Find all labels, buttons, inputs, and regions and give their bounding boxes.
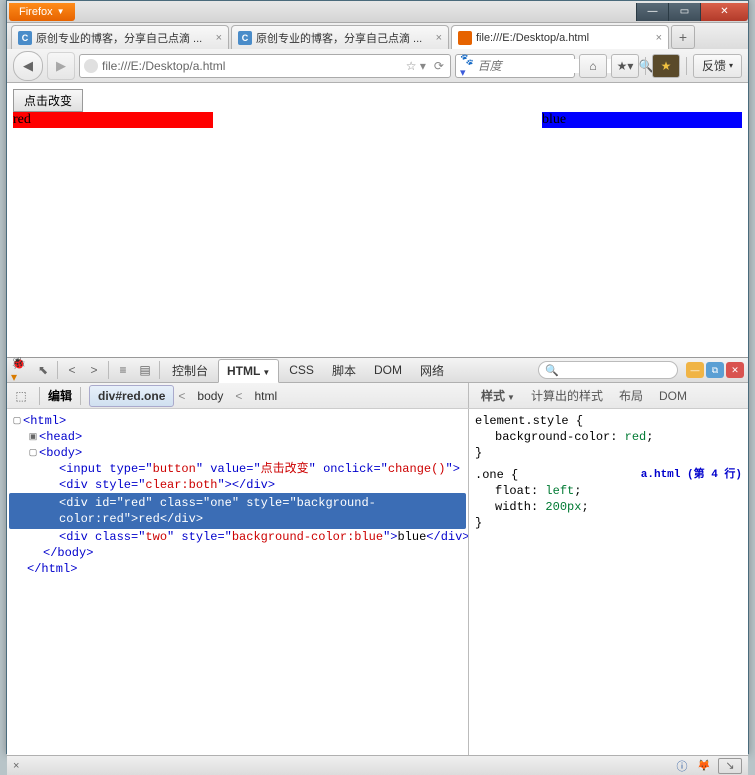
firefox-menu-button[interactable]: Firefox ▼: [9, 3, 75, 21]
prev-icon[interactable]: <: [62, 360, 82, 380]
close-icon[interactable]: ×: [436, 32, 442, 44]
edit-button[interactable]: 编辑: [48, 387, 72, 404]
tab-1[interactable]: C 原创专业的博客，分享自己点滴 ... ×: [11, 25, 229, 49]
chevron-down-icon: ▼: [57, 7, 65, 16]
tab-dom[interactable]: DOM: [366, 359, 410, 381]
new-tab-button[interactable]: +: [671, 25, 695, 49]
red-box: red: [13, 112, 213, 128]
list-alt-icon[interactable]: ▤: [135, 360, 155, 380]
favicon-icon: [458, 31, 472, 45]
firebug-popout[interactable]: ⧉: [706, 362, 724, 378]
tab-console[interactable]: 控制台: [164, 358, 216, 383]
firebug-minimize[interactable]: —: [686, 362, 704, 378]
feedback-button[interactable]: 反馈▾: [693, 54, 742, 78]
feedback-label: 反馈: [702, 57, 726, 74]
style-tab[interactable]: 样式▼: [475, 384, 521, 407]
html-tree[interactable]: ▢<html> ▣<head> ▢<body> <input type="but…: [7, 409, 468, 755]
inspect-element-icon[interactable]: ⬚: [11, 386, 31, 406]
titlebar: Firefox ▼ — ▭ ✕: [7, 1, 748, 23]
window-controls: — ▭ ✕: [636, 3, 748, 21]
back-button[interactable]: ◀: [13, 51, 43, 81]
nav-toolbar: ◀ ▶ file:///E:/Desktop/a.html ☆ ▾ ⟳ 🐾▾ 🔍…: [7, 49, 748, 83]
firebug-close[interactable]: ✕: [726, 362, 744, 378]
tab-label: file:///E:/Desktop/a.html: [476, 32, 652, 44]
breadcrumb-body[interactable]: body: [189, 386, 231, 406]
tab-html[interactable]: HTML▼: [218, 359, 279, 383]
favicon-icon: C: [238, 31, 252, 45]
firebug-subbar: ⬚ 编辑 div#red.one < body < html 样式▼ 计算出的样…: [7, 383, 748, 409]
list-icon[interactable]: ≡: [113, 360, 133, 380]
breadcrumb-html[interactable]: html: [246, 386, 285, 406]
close-button[interactable]: ✕: [700, 3, 748, 21]
forward-button[interactable]: ▶: [47, 52, 75, 80]
search-bar[interactable]: 🐾▾ 🔍: [455, 54, 575, 78]
source-link[interactable]: a.html (第 4 行): [641, 467, 742, 483]
tab-script[interactable]: 脚本: [324, 358, 364, 383]
tabs-row: C 原创专业的博客，分享自己点滴 ... × C 原创专业的博客，分享自己点滴 …: [7, 23, 748, 49]
tab-2[interactable]: C 原创专业的博客，分享自己点滴 ... ×: [231, 25, 449, 49]
tab-3-active[interactable]: file:///E:/Desktop/a.html ×: [451, 25, 669, 49]
computed-tab[interactable]: 计算出的样式: [525, 384, 609, 407]
firefox-label: Firefox: [19, 6, 53, 18]
dom-tab[interactable]: DOM: [653, 386, 693, 406]
reload-icon[interactable]: ⟳: [432, 59, 446, 73]
url-bar[interactable]: file:///E:/Desktop/a.html ☆ ▾ ⟳: [79, 54, 451, 78]
layout-tab[interactable]: 布局: [613, 384, 649, 407]
addon-button[interactable]: ★: [652, 54, 680, 78]
url-text: file:///E:/Desktop/a.html: [102, 59, 400, 73]
globe-icon: [84, 59, 98, 73]
browser-window: Firefox ▼ — ▭ ✕ C 原创专业的博客，分享自己点滴 ... × C…: [6, 0, 749, 754]
home-button[interactable]: ⌂: [579, 54, 607, 78]
page-content: 点击改变 red blue: [7, 83, 748, 357]
firebug-search[interactable]: 🔍: [538, 361, 678, 379]
tab-label: 原创专业的博客，分享自己点滴 ...: [36, 30, 212, 46]
breadcrumb: div#red.one < body < html: [89, 385, 464, 407]
status-x[interactable]: ×: [13, 760, 19, 772]
firebug-icon[interactable]: 🐞▾: [11, 360, 31, 380]
tab-css[interactable]: CSS: [281, 359, 322, 381]
tab-net[interactable]: 网络: [412, 358, 452, 383]
close-icon[interactable]: ×: [216, 32, 222, 44]
next-icon[interactable]: >: [84, 360, 104, 380]
close-icon[interactable]: ×: [656, 32, 662, 44]
change-button[interactable]: 点击改变: [13, 89, 83, 112]
selected-node[interactable]: <div id="red" class="one" style="backgro…: [9, 493, 466, 529]
firebug-panel: 🐞▾ ⬉ < > ≡ ▤ 控制台 HTML▼ CSS 脚本 DOM 网络 🔍 —…: [7, 357, 748, 755]
bookmarks-button[interactable]: ★▾: [611, 54, 639, 78]
maximize-button[interactable]: ▭: [668, 3, 700, 21]
breadcrumb-selected[interactable]: div#red.one: [89, 385, 174, 407]
status-bar: × ⓘ 🦊 ↘: [7, 755, 748, 775]
firebug-body: ▢<html> ▣<head> ▢<body> <input type="but…: [7, 409, 748, 755]
baidu-icon: 🐾▾: [460, 53, 474, 79]
tab-label: 原创专业的博客，分享自己点滴 ...: [256, 30, 432, 46]
bookmark-star-icon[interactable]: ☆ ▾: [404, 59, 428, 73]
styles-panel[interactable]: element.style { background-color: red; }…: [468, 409, 748, 755]
inspect-icon[interactable]: ⬉: [33, 360, 53, 380]
favicon-icon: C: [18, 31, 32, 45]
minimize-button[interactable]: —: [636, 3, 668, 21]
firebug-toolbar: 🐞▾ ⬉ < > ≡ ▤ 控制台 HTML▼ CSS 脚本 DOM 网络 🔍 —…: [7, 358, 748, 383]
blue-box: blue: [542, 112, 742, 128]
